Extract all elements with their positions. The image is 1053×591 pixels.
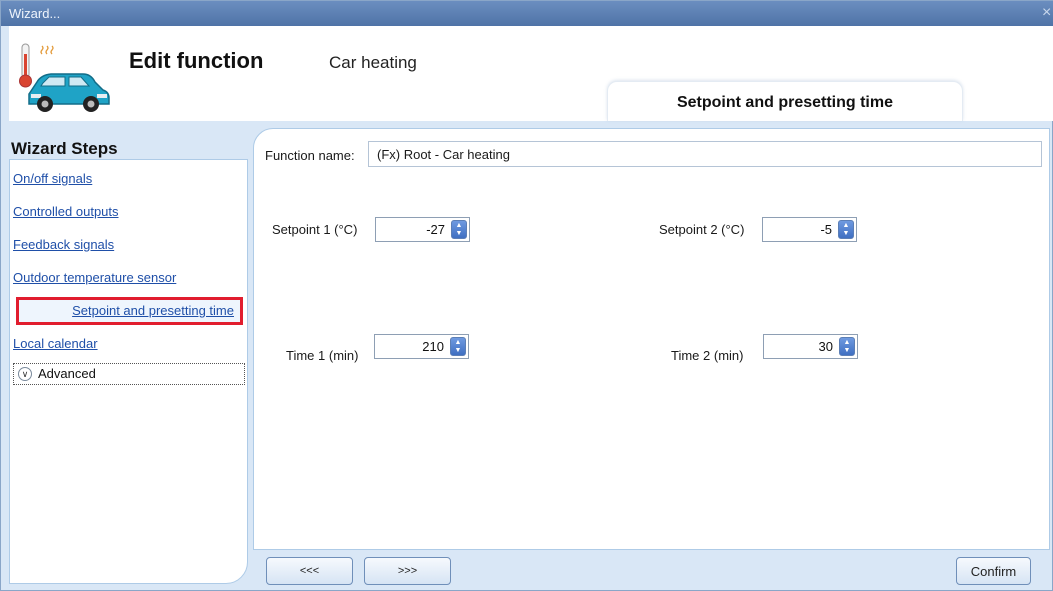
setpoint2-label: Setpoint 2 (°C) — [659, 222, 745, 237]
spin-down-icon[interactable]: ▼ — [452, 230, 466, 238]
advanced-label: Advanced — [38, 366, 96, 381]
function-name-input[interactable] — [368, 141, 1042, 167]
chevron-down-icon: ∨ — [18, 367, 32, 381]
next-button[interactable]: >>> — [364, 557, 451, 585]
setpoint1-stepper[interactable]: -27 ▲ ▼ — [375, 217, 470, 242]
setpoint2-value: -5 — [820, 222, 832, 237]
setpoint2-stepper[interactable]: -5 ▲ ▼ — [762, 217, 857, 242]
step-outdoor-temperature-sensor[interactable]: Outdoor temperature sensor — [13, 270, 176, 285]
tab-setpoint-and-presetting-time[interactable]: Setpoint and presetting time — [607, 81, 963, 121]
spin-up-icon[interactable]: ▲ — [452, 222, 466, 230]
function-name-label: Function name: — [265, 148, 355, 163]
advanced-expander[interactable]: ∨ Advanced — [13, 363, 245, 385]
title-bar: Wizard... — [1, 1, 1053, 26]
main-panel — [253, 128, 1050, 550]
spin-down-icon[interactable]: ▼ — [840, 347, 854, 355]
time2-label: Time 2 (min) — [671, 348, 744, 363]
spinner-icon[interactable]: ▲ ▼ — [451, 220, 467, 239]
time2-stepper[interactable]: 30 ▲ ▼ — [763, 334, 858, 359]
time2-value: 30 — [818, 339, 833, 354]
time1-value: 210 — [422, 339, 444, 354]
spinner-icon[interactable]: ▲ ▼ — [450, 337, 466, 356]
page-title: Edit function — [129, 48, 264, 73]
confirm-button[interactable]: Confirm — [956, 557, 1031, 585]
step-controlled-outputs[interactable]: Controlled outputs — [13, 204, 119, 219]
spinner-icon[interactable]: ▲ ▼ — [838, 220, 854, 239]
header: Edit function Car heating Setpoint and p… — [9, 26, 1053, 121]
wizard-steps-heading: Wizard Steps — [11, 139, 118, 158]
spin-down-icon[interactable]: ▼ — [451, 347, 465, 355]
spin-up-icon[interactable]: ▲ — [451, 339, 465, 347]
step-setpoint-and-presetting-time[interactable]: Setpoint and presetting time — [16, 297, 243, 325]
step-on-off-signals[interactable]: On/off signals — [13, 171, 92, 186]
time1-stepper[interactable]: 210 ▲ ▼ — [374, 334, 469, 359]
time1-label: Time 1 (min) — [286, 348, 359, 363]
spinner-icon[interactable]: ▲ ▼ — [839, 337, 855, 356]
spin-up-icon[interactable]: ▲ — [839, 222, 853, 230]
setpoint1-value: -27 — [426, 222, 445, 237]
page-subtitle: Car heating — [329, 53, 417, 72]
spin-down-icon[interactable]: ▼ — [839, 230, 853, 238]
step-local-calendar[interactable]: Local calendar — [13, 336, 98, 351]
wizard-window: Wizard... × Edit function Car heating Se… — [0, 0, 1053, 591]
car-heating-icon — [19, 43, 110, 112]
back-button[interactable]: <<< — [266, 557, 353, 585]
setpoint1-label: Setpoint 1 (°C) — [272, 222, 358, 237]
close-icon[interactable]: × — [1042, 3, 1052, 23]
spin-up-icon[interactable]: ▲ — [840, 339, 854, 347]
step-feedback-signals[interactable]: Feedback signals — [13, 237, 114, 252]
window-title: Wizard... — [9, 6, 61, 21]
